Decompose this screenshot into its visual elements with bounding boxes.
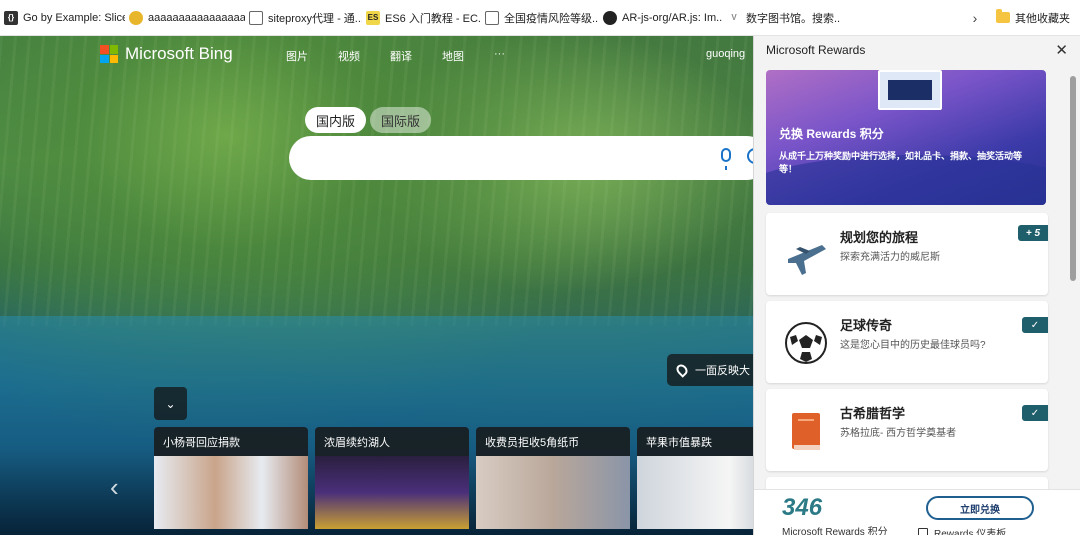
book-icon	[792, 413, 820, 450]
redeem-promo-banner[interactable]: 兑换 Rewards 积分 从成千上万种奖励中进行选择，如礼品卡、捐款、抽奖活动…	[766, 70, 1046, 205]
news-card[interactable]: 苹果市值暴跌	[637, 427, 753, 529]
airplane-icon	[788, 245, 826, 275]
bookmark-es6[interactable]: ES ES6 入门教程 - EC...	[362, 6, 481, 30]
bookmark-other-folder[interactable]: 其他收藏夹	[992, 6, 1080, 30]
news-image	[637, 456, 753, 529]
points-badge: + 5	[1018, 225, 1048, 241]
background-forest	[0, 36, 753, 326]
search-input[interactable]	[289, 136, 753, 180]
bing-logo[interactable]: Microsoft Bing	[100, 44, 233, 64]
check-icon: ✓	[1022, 405, 1048, 421]
user-name[interactable]: guoqing	[706, 48, 745, 60]
microsoft-logo-icon	[100, 45, 118, 63]
tab-domestic[interactable]: 国内版	[305, 107, 367, 133]
soccer-ball-icon	[785, 322, 827, 364]
news-card[interactable]: 浓眉续约湖人	[315, 427, 469, 529]
app-icon	[129, 10, 143, 25]
tab-international[interactable]: 国际版	[370, 107, 432, 133]
bookmark-aaaa[interactable]: aaaaaaaaaaaaaaaaaa...	[125, 6, 245, 30]
close-icon[interactable]: ✕	[1055, 41, 1068, 59]
nav-maps[interactable]: 地图	[442, 48, 464, 64]
location-info-button[interactable]: 一面反映大	[667, 354, 753, 386]
promo-illustration	[878, 70, 942, 110]
nav-translate[interactable]: 翻译	[390, 48, 412, 64]
chevron-down-icon: ⌄	[165, 396, 176, 411]
task-card-philosophy[interactable]: 古希腊哲学 苏格拉底- 西方哲学奠基者 ✓	[766, 389, 1048, 471]
rewards-panel-header: Microsoft Rewards ✕	[754, 36, 1080, 64]
rewards-footer: 346 Microsoft Rewards 积分 立即兑换 Rewards 仪表…	[754, 489, 1080, 535]
nav-more[interactable]: ···	[494, 48, 505, 64]
points-count: 346	[782, 494, 823, 521]
top-nav: 图片 视频 翻译 地图 ···	[286, 48, 505, 64]
news-carousel: 小杨哥回应捐款 浓眉续约湖人 收费员拒收5角纸币 苹果市值暴跌	[154, 427, 753, 529]
nav-images[interactable]: 图片	[286, 48, 308, 64]
bookmarks-bar: {} Go by Example: Slices aaaaaaaaaaaaaaa…	[0, 0, 1080, 36]
github-icon	[603, 10, 617, 25]
page-icon	[249, 10, 263, 25]
region-tabs: 国内版 国际版	[305, 107, 432, 133]
news-card[interactable]: 小杨哥回应捐款	[154, 427, 308, 529]
news-image	[476, 456, 630, 529]
rewards-panel: Microsoft Rewards ✕ 兑换 Rewards 积分 从成千上万种…	[753, 36, 1080, 535]
bookmark-covid[interactable]: 全国疫情风险等级...	[481, 6, 599, 30]
bookmark-go-by-example[interactable]: {} Go by Example: Slices	[0, 6, 125, 30]
check-icon: ✓	[1022, 317, 1048, 333]
folder-icon	[996, 9, 1010, 23]
rewards-dashboard-link[interactable]: Rewards 仪表板	[918, 525, 1006, 535]
task-card-travel[interactable]: 规划您的旅程 探索充满活力的威尼斯 + 5	[766, 213, 1048, 295]
microphone-icon[interactable]	[721, 148, 731, 170]
code-icon: {}	[4, 10, 18, 25]
bookmark-library[interactable]: V 数字图书馆。搜索...	[723, 6, 841, 30]
es-icon: ES	[366, 10, 380, 25]
bookmark-arjs[interactable]: AR-js-org/AR.js: Im...	[599, 6, 723, 30]
page-icon	[485, 10, 499, 25]
v-icon: V	[731, 13, 737, 22]
task-card-football[interactable]: 足球传奇 这是您心目中的历史最佳球员吗? ✓	[766, 301, 1048, 383]
chevron-left-icon[interactable]: ‹	[110, 472, 119, 503]
news-image	[315, 456, 469, 529]
chevron-right-icon[interactable]: ›	[966, 10, 984, 26]
collapse-news-button[interactable]: ⌄	[154, 387, 187, 420]
bookmark-siteproxy[interactable]: siteproxy代理 - 通...	[245, 6, 362, 30]
external-link-icon	[918, 527, 928, 535]
news-card[interactable]: 收费员拒收5角纸币	[476, 427, 630, 529]
nav-videos[interactable]: 视频	[338, 48, 360, 64]
bing-homepage: Microsoft Bing 图片 视频 翻译 地图 ··· guoqing 国…	[0, 36, 753, 535]
points-label: Microsoft Rewards 积分	[782, 527, 888, 535]
location-pin-icon	[674, 362, 690, 378]
redeem-now-button[interactable]: 立即兑换	[926, 496, 1034, 520]
panel-scrollbar[interactable]	[1070, 76, 1076, 281]
news-image	[154, 456, 308, 529]
panel-title: Microsoft Rewards	[766, 43, 866, 57]
